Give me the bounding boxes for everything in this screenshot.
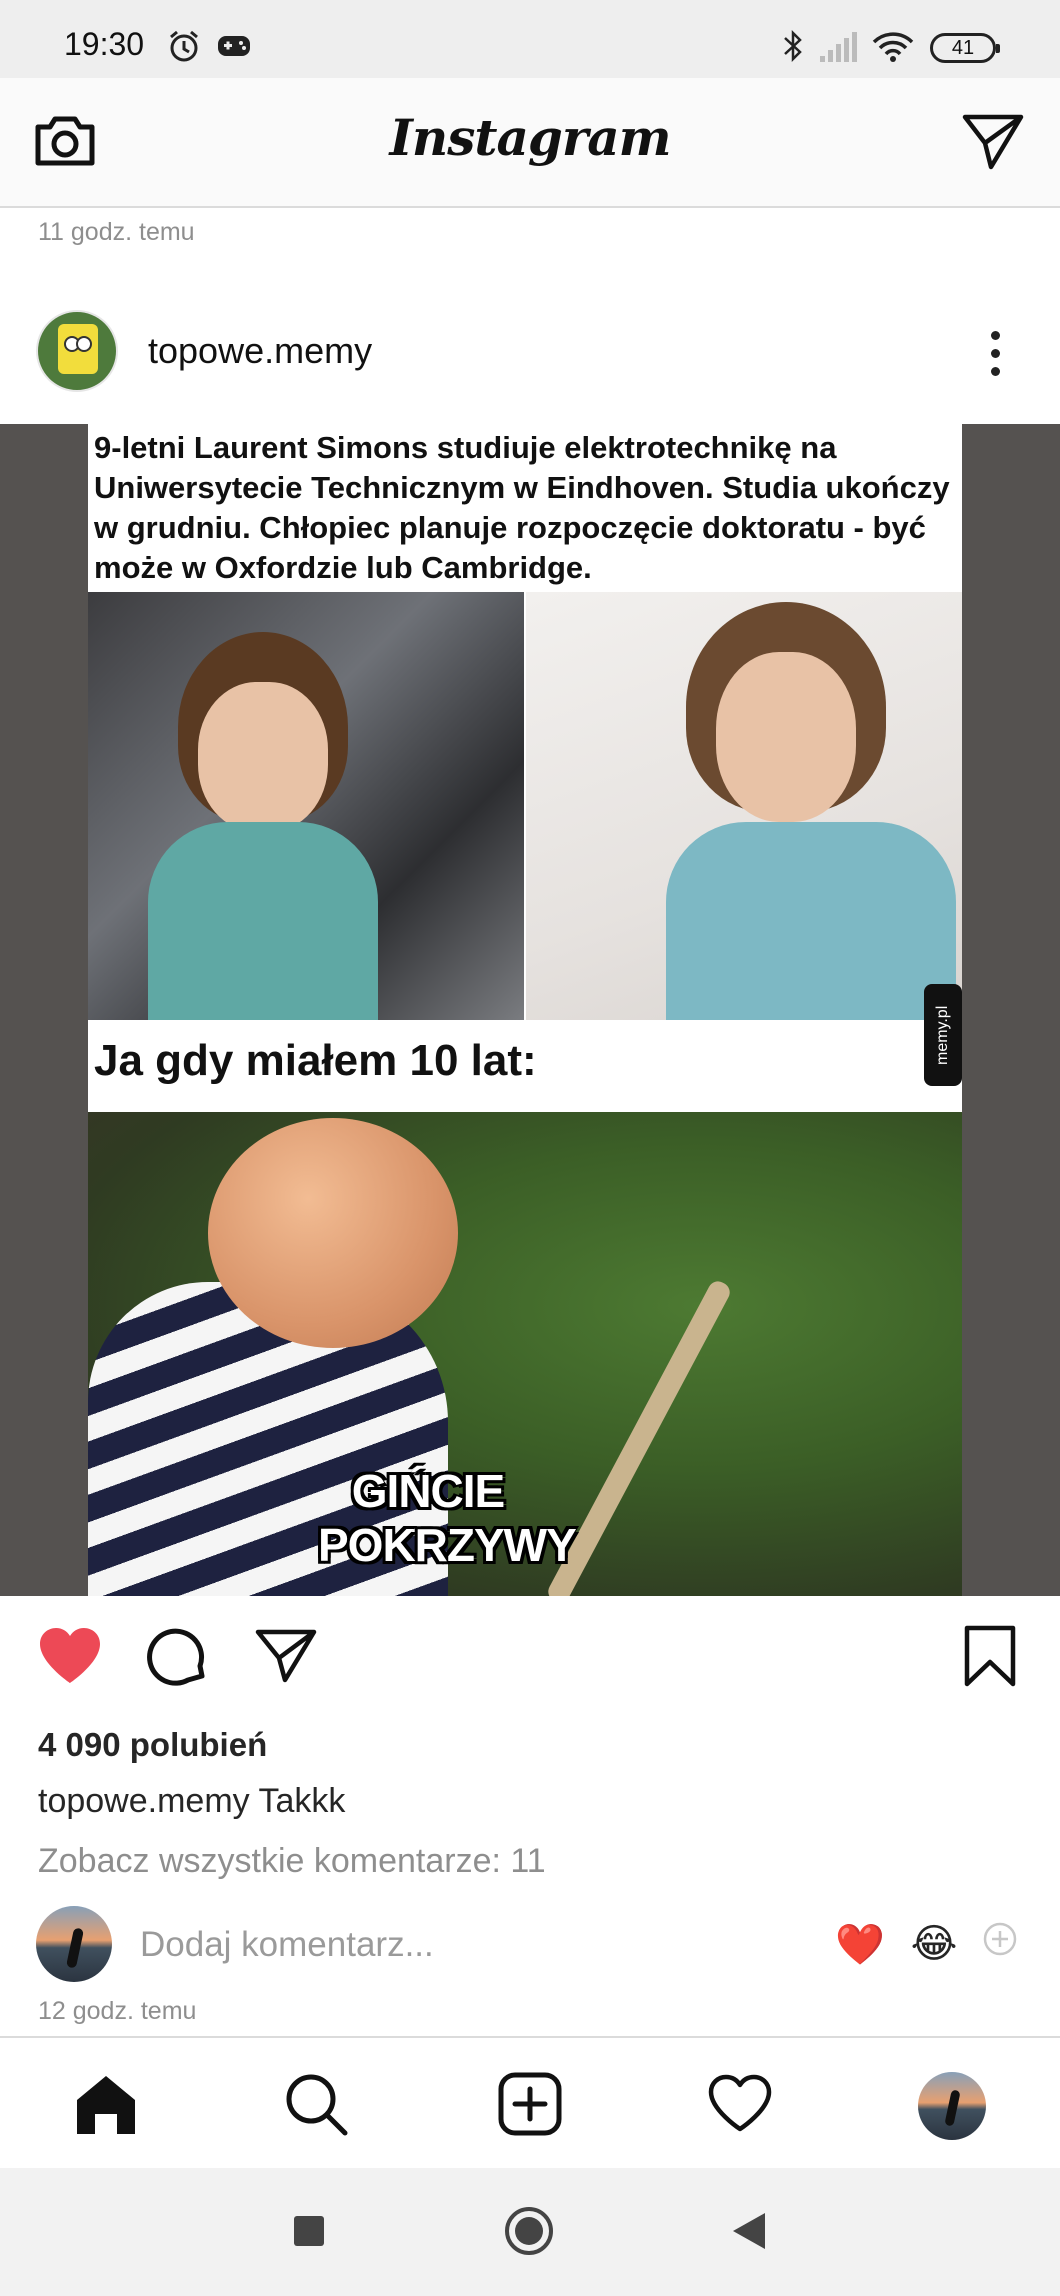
spongebob-avatar-image bbox=[58, 324, 98, 374]
status-time: 19:30 bbox=[64, 26, 145, 62]
memy-watermark: memy.pl bbox=[924, 984, 962, 1086]
more-options-icon bbox=[990, 330, 1000, 340]
meme-caption-top: 9-letni Laurent Simons studiuje elektrot… bbox=[94, 430, 950, 585]
post-header: topowe.memy bbox=[0, 290, 1060, 415]
alarm-icon bbox=[166, 28, 202, 69]
nav-new-post-button[interactable] bbox=[490, 2066, 570, 2146]
bluetooth-icon bbox=[780, 28, 806, 69]
app-header: Instagram bbox=[0, 78, 1060, 208]
more-options-button[interactable] bbox=[970, 318, 1020, 388]
bottom-navigation bbox=[0, 2036, 1060, 2168]
post-image[interactable]: 9-letni Laurent Simons studiuje elektrot… bbox=[0, 424, 1060, 1596]
system-navigation-bar bbox=[0, 2168, 1060, 2296]
caption-username[interactable]: topowe.memy bbox=[38, 1782, 250, 1820]
nav-search-button[interactable] bbox=[276, 2066, 356, 2146]
comment-input[interactable] bbox=[140, 1920, 760, 1970]
search-icon bbox=[283, 2071, 349, 2142]
meme-photo-bottom: GIŃCIE POKRZYWY bbox=[88, 1112, 962, 1596]
meme-caption-middle: Ja gdy miałem 10 lat: bbox=[94, 1036, 537, 1085]
back-icon bbox=[731, 2211, 767, 2256]
share-button[interactable] bbox=[248, 1620, 324, 1696]
likes-count[interactable]: 4 090 polubień bbox=[38, 1726, 267, 1764]
quick-reaction-heart[interactable]: ❤️ bbox=[834, 1918, 886, 1970]
meme-photo-left bbox=[88, 592, 524, 1020]
battery-icon: 41 bbox=[930, 33, 1000, 63]
meme-bottom-text-line1: GIŃCIE bbox=[351, 1465, 505, 1517]
system-home-button[interactable] bbox=[494, 2198, 564, 2268]
direct-message-button[interactable] bbox=[958, 108, 1028, 178]
recents-button[interactable] bbox=[274, 2198, 344, 2268]
post-author-avatar[interactable] bbox=[36, 310, 118, 392]
home-circle-icon bbox=[503, 2205, 555, 2262]
recents-icon bbox=[294, 2215, 324, 2251]
home-icon bbox=[73, 2072, 139, 2141]
comment-icon bbox=[146, 1624, 210, 1693]
nav-activity-button[interactable] bbox=[700, 2066, 780, 2146]
like-button[interactable] bbox=[32, 1620, 108, 1696]
post-caption: topowe.memy Takkk bbox=[38, 1782, 345, 1821]
post-actions bbox=[0, 1620, 1060, 1710]
my-avatar bbox=[36, 1906, 112, 1982]
status-bar: 19:30 41 bbox=[0, 0, 1060, 78]
profile-avatar bbox=[918, 2072, 986, 2140]
instagram-logo: Instagram bbox=[389, 108, 672, 167]
quick-reaction-laugh[interactable]: 😂 bbox=[908, 1918, 960, 1970]
meme-bottom-text-line2: POKRZYWY bbox=[318, 1519, 577, 1571]
save-button[interactable] bbox=[952, 1620, 1028, 1696]
meme-photo-right bbox=[526, 592, 962, 1020]
comment-button[interactable] bbox=[140, 1620, 216, 1696]
more-reactions-button[interactable] bbox=[974, 1918, 1026, 1970]
heart-filled-icon bbox=[36, 1625, 104, 1692]
nav-profile-button[interactable] bbox=[912, 2066, 992, 2146]
view-all-comments-link[interactable]: Zobacz wszystkie komentarze: 11 bbox=[38, 1842, 546, 1881]
nav-home-button[interactable] bbox=[66, 2066, 146, 2146]
back-button[interactable] bbox=[714, 2198, 784, 2268]
share-icon bbox=[255, 1628, 317, 1689]
add-comment-row: ❤️ 😂 bbox=[0, 1900, 1060, 1990]
heart-outline-icon bbox=[707, 2074, 773, 2139]
plus-circle-icon bbox=[982, 1921, 1018, 1967]
post-author-username[interactable]: topowe.memy bbox=[148, 330, 372, 372]
caption-text: Takkk bbox=[258, 1782, 346, 1820]
bookmark-icon bbox=[963, 1624, 1017, 1693]
wifi-icon bbox=[872, 30, 914, 69]
new-post-icon bbox=[497, 2071, 563, 2142]
post-time: 12 godz. temu bbox=[38, 1997, 197, 2025]
gamepad-icon bbox=[216, 32, 252, 65]
meme-image: 9-letni Laurent Simons studiuje elektrot… bbox=[88, 424, 962, 1596]
direct-message-icon bbox=[961, 111, 1025, 176]
signal-icon bbox=[818, 32, 858, 69]
previous-post-time: 11 godz. temu bbox=[38, 218, 195, 246]
